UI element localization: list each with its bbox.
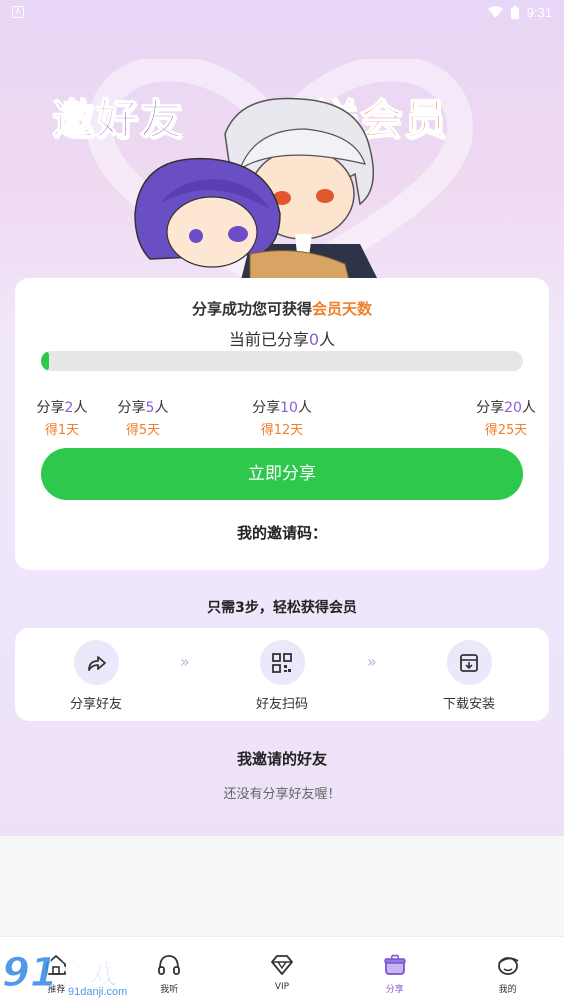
milestone-2: 分享5人 得5天 — [103, 397, 183, 438]
milestone-reward: 得1天 — [44, 423, 80, 438]
step-share-friends: 分享好友 — [41, 640, 151, 712]
share-icon — [88, 655, 106, 671]
milestone-prefix: 分享 — [117, 400, 146, 416]
reward-card: 分享成功您可获得会员天数 当前已分享0人 分享2人 得1天 分享5人 得5天 分… — [15, 278, 549, 570]
milestone-prefix: 分享 — [476, 400, 505, 416]
status-time: 9:31 — [526, 4, 552, 20]
step-arrow-icon: » — [367, 652, 377, 671]
milestone-number: 10 — [280, 400, 298, 416]
gift-pot-icon — [384, 954, 406, 975]
step-label: 下载安装 — [442, 697, 495, 712]
watermark-number: 91 — [2, 950, 59, 997]
invite-code-label: 我的邀请码： — [236, 524, 327, 542]
milestone-prefix: 分享 — [252, 400, 281, 416]
milestone-number: 20 — [504, 400, 522, 416]
milestone-reward: 得25天 — [484, 423, 528, 438]
watermark-url: 91danji.com — [68, 986, 128, 998]
milestone-suffix: 人 — [154, 400, 169, 416]
milestone-3: 分享10人 得12天 — [242, 397, 322, 438]
qr-code-icon — [272, 652, 292, 673]
milestone-prefix: 分享 — [36, 400, 65, 416]
share-count: 当前已分享0人 — [15, 326, 549, 350]
step-label: 分享好友 — [69, 697, 122, 712]
milestone-suffix: 人 — [297, 400, 312, 416]
battery-icon — [510, 5, 519, 19]
page-background-bottom — [0, 836, 564, 936]
steps-card: 分享好友 » 好友扫码 » 下载安装 — [15, 628, 549, 721]
anime-characters-illustration — [134, 97, 378, 280]
share-progress-fill — [41, 351, 49, 371]
step-download-install: 下载安装 — [414, 640, 524, 712]
site-watermark: 91 游戏 91danji.com — [0, 950, 140, 1002]
nav-label: 我的 — [498, 985, 517, 995]
nav-label: VIP — [274, 982, 290, 992]
nav-item-profile[interactable]: 我的 — [451, 937, 564, 1002]
nav-item-vip[interactable]: VIP — [226, 937, 339, 1002]
reward-title-highlight: 会员天数 — [312, 300, 373, 318]
milestone-reward: 得12天 — [260, 423, 304, 438]
share-count-prefix: 当前已分享 — [228, 330, 309, 349]
invited-friends-empty: 还没有分享好友喔！ — [223, 787, 341, 802]
milestone-reward: 得5天 — [125, 423, 161, 438]
nav-item-share[interactable]: 分享 — [338, 937, 451, 1002]
reward-title: 分享成功您可获得会员天数 — [15, 298, 549, 319]
wifi-icon — [487, 6, 503, 18]
download-icon — [460, 653, 478, 672]
steps-heading: 只需3步，轻松获得会员 — [207, 600, 357, 616]
share-count-suffix: 人 — [319, 330, 336, 349]
milestone-4: 分享20人 得25天 — [466, 397, 546, 438]
milestone-1: 分享2人 得1天 — [22, 397, 102, 438]
status-bar: A 9:31 — [0, 0, 564, 24]
reward-title-prefix: 分享成功您可获得 — [191, 300, 312, 318]
share-count-value: 0 — [308, 330, 320, 349]
step-arrow-icon: » — [180, 652, 190, 671]
step-scan-code: 好友扫码 — [227, 640, 337, 712]
milestone-suffix: 人 — [73, 400, 88, 416]
share-progress-bar — [41, 351, 523, 371]
share-now-button[interactable]: 立即分享 — [41, 448, 523, 500]
headphones-icon — [158, 955, 181, 975]
nav-label: 我听 — [160, 985, 179, 995]
invite-banner: 邀好友 送会员 — [0, 24, 564, 280]
step-label: 好友扫码 — [255, 697, 308, 712]
diamond-icon — [271, 955, 293, 975]
app-notification-icon: A — [12, 6, 24, 18]
milestone-suffix: 人 — [521, 400, 536, 416]
invited-friends-title: 我邀请的好友 — [236, 750, 327, 768]
profile-icon — [497, 957, 519, 975]
nav-label: 分享 — [385, 985, 404, 995]
